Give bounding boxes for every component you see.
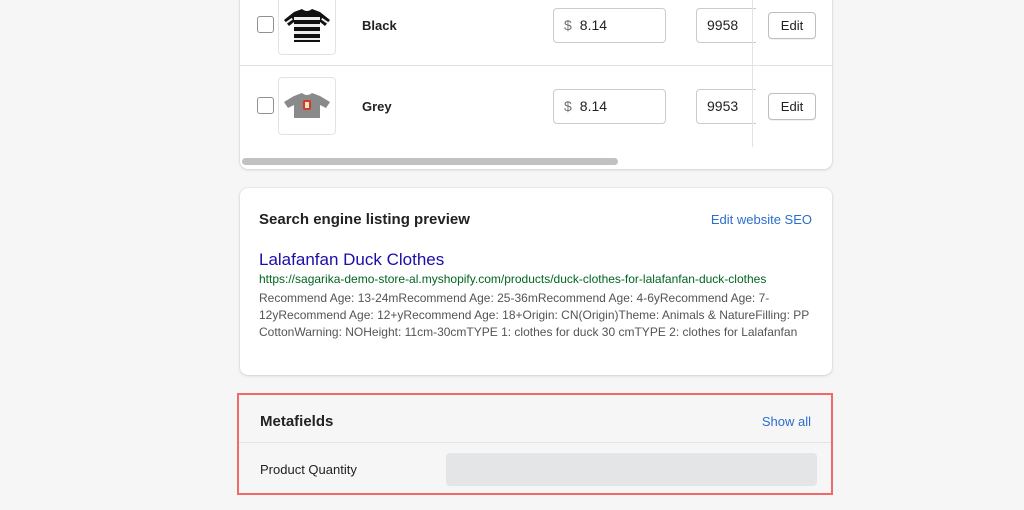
- metafields-card: Metafields Show all Product Quantity: [237, 393, 833, 495]
- edit-variant-button[interactable]: Edit: [768, 12, 816, 39]
- edit-website-seo-link[interactable]: Edit website SEO: [711, 212, 812, 227]
- seo-page-title: Lalafanfan Duck Clothes: [259, 250, 445, 269]
- variants-card: Black $8.14 9958 Edit Grey $8.14 9953 Ed…: [240, 0, 832, 169]
- variant-row: Black $8.14 9958 Edit: [240, 0, 832, 66]
- price-value: 8.14: [579, 17, 608, 33]
- variant-name: Black: [362, 18, 397, 33]
- variant-thumbnail[interactable]: [278, 77, 336, 135]
- metafields-header: Metafields Show all: [239, 395, 831, 443]
- price-input[interactable]: $8.14: [553, 8, 666, 43]
- horizontal-scrollbar[interactable]: [242, 158, 618, 165]
- edit-variant-button[interactable]: Edit: [768, 93, 816, 120]
- variant-thumbnail[interactable]: [278, 0, 336, 55]
- variant-row: Grey $8.14 9953 Edit: [240, 66, 832, 147]
- column-divider: [752, 0, 753, 147]
- seo-url: https://sagarika-demo-store-al.myshopify…: [259, 272, 767, 286]
- quantity-input[interactable]: 9953: [696, 89, 756, 124]
- grey-sweater-icon: [284, 93, 330, 118]
- variant-checkbox[interactable]: [257, 97, 274, 114]
- currency-symbol: $: [564, 17, 572, 33]
- variant-name: Grey: [362, 99, 392, 114]
- metafield-row: Product Quantity: [239, 443, 831, 493]
- currency-symbol: $: [564, 98, 572, 114]
- seo-description: Recommend Age: 13-24mRecommend Age: 25-3…: [259, 291, 810, 339]
- price-input[interactable]: $8.14: [553, 89, 666, 124]
- quantity-input[interactable]: 9958: [696, 8, 756, 43]
- variant-checkbox[interactable]: [257, 16, 274, 33]
- seo-preview-card: Search engine listing preview Edit websi…: [240, 188, 832, 375]
- metafields-title: Metafields: [260, 413, 334, 430]
- metafield-value-input[interactable]: [446, 453, 817, 486]
- black-sweater-icon: [284, 9, 330, 42]
- seo-card-title: Search engine listing preview: [259, 211, 470, 228]
- metafield-label: Product Quantity: [260, 462, 357, 477]
- price-value: 8.14: [579, 98, 608, 114]
- show-all-link[interactable]: Show all: [762, 414, 811, 429]
